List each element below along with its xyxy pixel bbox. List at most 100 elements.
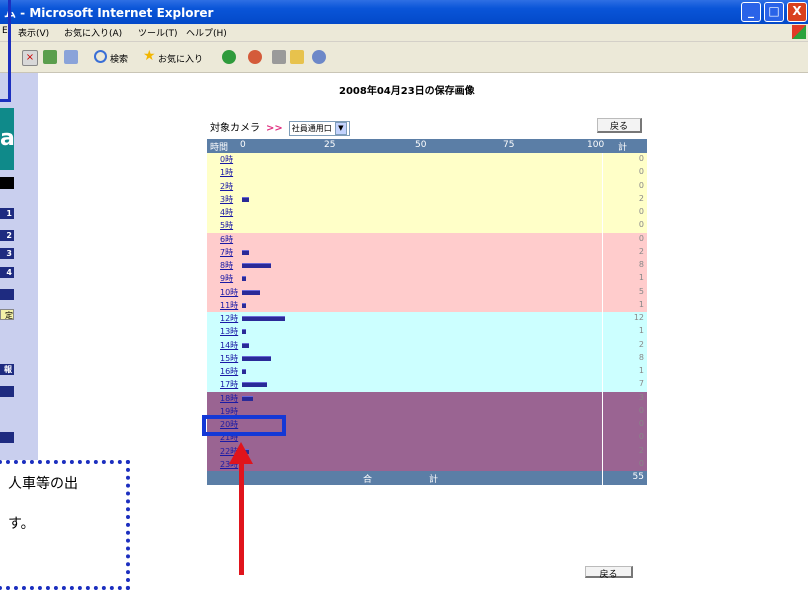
- favorites-star-icon[interactable]: ★: [143, 48, 157, 64]
- minimize-button[interactable]: _: [741, 2, 761, 22]
- hour-cell: 7時: [207, 246, 240, 259]
- print-icon[interactable]: [272, 50, 286, 64]
- close-button[interactable]: X: [787, 2, 807, 22]
- hour-link[interactable]: 7時: [220, 247, 233, 258]
- bar-cell: [240, 418, 602, 431]
- bar-cell: [240, 365, 602, 378]
- menu-help[interactable]: ヘルプ(H): [186, 26, 227, 39]
- sidebar-button-1[interactable]: 1: [0, 208, 14, 219]
- count-value: 1: [638, 326, 644, 336]
- count-bar: [242, 196, 250, 202]
- history-icon[interactable]: [222, 50, 236, 64]
- bar-cell: [240, 246, 602, 259]
- hour-link[interactable]: 1時: [220, 167, 233, 178]
- sidebar-button-4[interactable]: 4: [0, 267, 14, 278]
- table-row: 17時 7: [207, 378, 647, 392]
- search-icon[interactable]: [94, 50, 107, 63]
- chevron-down-icon[interactable]: ▼: [334, 121, 347, 135]
- sidebar-button-3[interactable]: 3: [0, 248, 14, 259]
- hour-link[interactable]: 18時: [220, 393, 238, 404]
- back-button-top[interactable]: 戻る: [597, 118, 642, 133]
- menu-tools[interactable]: ツール(T): [138, 26, 178, 39]
- hour-link[interactable]: 15時: [220, 353, 238, 364]
- table-row: 22時 2: [207, 444, 647, 458]
- hour-link[interactable]: 5時: [220, 220, 233, 231]
- hour-cell: 15時: [207, 352, 240, 365]
- back-button-bottom[interactable]: 戻る: [585, 566, 633, 580]
- count-value: 0: [638, 167, 644, 177]
- hour-cell: 13時: [207, 325, 240, 338]
- hour-link[interactable]: 16時: [220, 366, 238, 377]
- mail-icon[interactable]: [248, 50, 262, 64]
- header-total: 計: [618, 143, 628, 153]
- menu-favorites[interactable]: お気に入り(A): [64, 26, 122, 39]
- hour-link[interactable]: 17時: [220, 379, 238, 390]
- hour-link[interactable]: 9時: [220, 273, 233, 284]
- axis-tick-0: 0: [240, 140, 246, 150]
- hour-cell: 8時: [207, 259, 240, 272]
- favorites-button-label[interactable]: お気に入り: [158, 52, 203, 65]
- count-value: 2: [638, 339, 644, 349]
- bar-cell: [240, 312, 602, 325]
- hour-link[interactable]: 0時: [220, 154, 233, 165]
- hour-link[interactable]: 3時: [220, 194, 233, 205]
- bar-cell: [240, 405, 602, 418]
- count-bar: [242, 289, 261, 295]
- table-row: 7時 2: [207, 245, 647, 259]
- total-value: 55: [632, 472, 644, 482]
- count-value: 1: [638, 273, 644, 283]
- bar-cell: [240, 339, 602, 352]
- annotation-note: 人車等の出 す。: [0, 460, 130, 590]
- bar-cell: [240, 180, 602, 193]
- sidebar-info-button[interactable]: 報: [0, 364, 14, 375]
- table-row: 13時 1: [207, 325, 647, 339]
- sidebar-button-7[interactable]: [0, 386, 14, 397]
- refresh-icon[interactable]: [43, 50, 57, 64]
- edit-icon[interactable]: [290, 50, 304, 64]
- count-value: 0: [638, 180, 644, 190]
- camera-label: 対象カメラ: [210, 123, 260, 134]
- count-cell: 1: [603, 299, 647, 312]
- count-bar: [242, 276, 246, 282]
- count-value: 3: [638, 392, 644, 402]
- menu-view[interactable]: 表示(V): [18, 26, 49, 39]
- count-bar: [242, 316, 286, 321]
- messenger-icon[interactable]: [312, 50, 326, 64]
- header-time: 時間: [210, 143, 229, 153]
- stop-icon[interactable]: ×: [22, 50, 38, 66]
- count-cell: 0: [603, 405, 647, 418]
- maximize-button[interactable]: □: [764, 2, 784, 22]
- hour-link[interactable]: 8時: [220, 260, 233, 271]
- sidebar-button-8[interactable]: [0, 432, 14, 443]
- count-cell: 0: [603, 219, 647, 232]
- sidebar-highlight-button[interactable]: 定: [0, 309, 14, 320]
- count-value: 1: [638, 299, 644, 309]
- axis-tick-100: 100: [587, 140, 605, 150]
- menu-bar: E) 表示(V) お気に入り(A) ツール(T) ヘルプ(H): [0, 24, 808, 42]
- table-header: 時間 0 25 50 75 100 計: [207, 139, 647, 153]
- sidebar-button-2[interactable]: 2: [0, 230, 14, 241]
- sidebar-button-5[interactable]: [0, 289, 14, 300]
- count-cell: 2: [603, 246, 647, 259]
- hour-link[interactable]: 2時: [220, 181, 233, 192]
- hour-link[interactable]: 10時: [220, 287, 238, 298]
- hour-link[interactable]: 4時: [220, 207, 233, 218]
- search-button-label[interactable]: 検索: [110, 52, 128, 65]
- hour-link[interactable]: 11時: [220, 300, 238, 311]
- home-icon[interactable]: [64, 50, 78, 64]
- hour-link[interactable]: 13時: [220, 326, 238, 337]
- count-bar: [242, 342, 250, 348]
- table-row: 23時 0: [207, 457, 647, 471]
- camera-select[interactable]: 社員通用口 ▼: [288, 120, 350, 136]
- count-bar: [242, 355, 271, 361]
- hour-link[interactable]: 12時: [220, 313, 238, 324]
- column-separator: [602, 471, 603, 485]
- hour-link[interactable]: 14時: [220, 340, 238, 351]
- bar-cell: [240, 378, 602, 391]
- table-row: 15時 8: [207, 351, 647, 365]
- count-value: 7: [638, 379, 644, 389]
- count-cell: 0: [603, 418, 647, 431]
- hour-link[interactable]: 6時: [220, 234, 233, 245]
- count-cell: 0: [603, 431, 647, 444]
- count-value: 8: [638, 352, 644, 362]
